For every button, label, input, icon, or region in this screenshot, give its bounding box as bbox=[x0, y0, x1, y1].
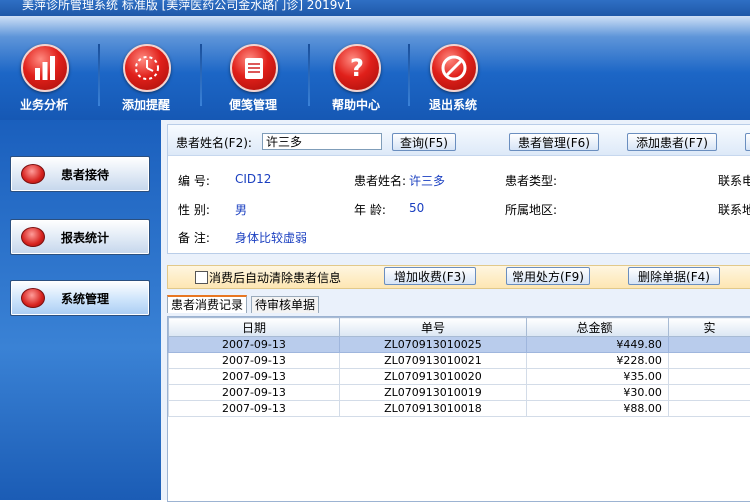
auto-clear-checkbox[interactable] bbox=[195, 271, 208, 284]
sidebar-item-reports[interactable]: 报表统计 bbox=[10, 219, 150, 255]
cell-amount: ¥228.00 bbox=[527, 353, 669, 369]
bar-chart-icon bbox=[21, 44, 69, 92]
sidebar-item-system-management[interactable]: 系统管理 bbox=[10, 280, 150, 316]
action-bar: 消费后自动清除患者信息 增加收费(F3) 常用处方(F9) 删除单据(F4) bbox=[167, 265, 750, 289]
toolbar-notes[interactable]: 便笺管理 bbox=[213, 36, 293, 116]
region-label: 所属地区: bbox=[505, 201, 557, 218]
main-toolbar: 业务分析 添加提醒 便笺管理 ? 帮助中心 退出系统 bbox=[0, 16, 750, 120]
patient-name-search-label: 患者姓名(F2): bbox=[176, 134, 252, 151]
cell-number: ZL070913010018 bbox=[339, 401, 526, 417]
record-tabs: 患者消费记录 待审核单据 bbox=[167, 296, 750, 314]
query-button[interactable]: 查询(F5) bbox=[392, 133, 456, 151]
main-area: 患者姓名(F2): 许三多 查询(F5) 患者管理(F6) 添加患者(F7) 编… bbox=[161, 120, 750, 500]
toolbar-label: 退出系统 bbox=[413, 96, 493, 113]
table-row[interactable]: 2007-09-13 ZL070913010025 ¥449.80 bbox=[169, 337, 750, 353]
cell-amount: ¥30.00 bbox=[527, 385, 669, 401]
column-header-date[interactable]: 日期 bbox=[169, 318, 340, 337]
toolbar-separator bbox=[408, 44, 410, 106]
cell-actual bbox=[668, 401, 750, 417]
svg-text:?: ? bbox=[350, 54, 364, 82]
clock-icon bbox=[123, 44, 171, 92]
red-light-icon bbox=[21, 227, 45, 247]
toolbar-separator bbox=[98, 44, 100, 106]
window-title: 美萍诊所管理系统 标准版 [美萍医药公司金水路门诊] 2019v1 bbox=[22, 0, 352, 12]
patient-id-value: CID12 bbox=[235, 172, 271, 186]
toolbar-separator bbox=[308, 44, 310, 106]
toolbar-separator bbox=[200, 44, 202, 106]
sidebar-item-patient-reception[interactable]: 患者接待 bbox=[10, 156, 150, 192]
more-button[interactable] bbox=[745, 133, 750, 151]
cell-number: ZL070913010019 bbox=[339, 385, 526, 401]
note-value: 身体比较虚弱 bbox=[235, 229, 307, 246]
cell-number: ZL070913010021 bbox=[339, 353, 526, 369]
sidebar-item-label: 报表统计 bbox=[61, 229, 109, 246]
add-charge-button[interactable]: 增加收费(F3) bbox=[384, 267, 476, 285]
search-bar: 患者姓名(F2): 许三多 查询(F5) 患者管理(F6) 添加患者(F7) bbox=[168, 125, 750, 156]
toolbar-label: 帮助中心 bbox=[316, 96, 396, 113]
sidebar-item-label: 患者接待 bbox=[61, 166, 109, 183]
contact-address-label: 联系地 bbox=[718, 201, 750, 218]
column-header-total[interactable]: 总金额 bbox=[527, 318, 669, 337]
common-prescription-button[interactable]: 常用处方(F9) bbox=[506, 267, 590, 285]
table-row[interactable]: 2007-09-13 ZL070913010021 ¥228.00 bbox=[169, 353, 750, 369]
cell-date: 2007-09-13 bbox=[169, 385, 340, 401]
cell-date: 2007-09-13 bbox=[169, 337, 340, 353]
patient-name-input[interactable]: 许三多 bbox=[262, 133, 382, 150]
note-label: 备 注: bbox=[178, 229, 210, 246]
tab-pending-review[interactable]: 待审核单据 bbox=[251, 296, 319, 313]
cell-date: 2007-09-13 bbox=[169, 401, 340, 417]
tab-consumption-records[interactable]: 患者消费记录 bbox=[167, 295, 247, 313]
red-light-icon bbox=[21, 288, 45, 308]
gender-value: 男 bbox=[235, 201, 247, 218]
cell-amount: ¥35.00 bbox=[527, 369, 669, 385]
cell-number: ZL070913010025 bbox=[339, 337, 526, 353]
cell-amount: ¥88.00 bbox=[527, 401, 669, 417]
patient-id-label: 编 号: bbox=[178, 172, 210, 189]
question-icon: ? bbox=[333, 44, 381, 92]
patient-manage-button[interactable]: 患者管理(F6) bbox=[509, 133, 599, 151]
column-header-number[interactable]: 单号 bbox=[339, 318, 526, 337]
records-table: 日期 单号 总金额 实 2007-09-13 ZL070913010025 ¥4… bbox=[167, 316, 750, 502]
patient-info-panel: 患者姓名(F2): 许三多 查询(F5) 患者管理(F6) 添加患者(F7) 编… bbox=[167, 124, 750, 254]
cell-actual bbox=[668, 369, 750, 385]
toolbar-exit[interactable]: 退出系统 bbox=[413, 36, 493, 116]
toolbar-business-analysis[interactable]: 业务分析 bbox=[4, 36, 84, 116]
sidebar: 患者接待 报表统计 系统管理 bbox=[0, 120, 161, 500]
age-value: 50 bbox=[409, 201, 424, 215]
column-header-actual[interactable]: 实 bbox=[668, 318, 750, 337]
cell-number: ZL070913010020 bbox=[339, 369, 526, 385]
cell-date: 2007-09-13 bbox=[169, 353, 340, 369]
patient-type-label: 患者类型: bbox=[505, 172, 557, 189]
patient-name-label: 患者姓名: bbox=[354, 172, 406, 189]
table-row[interactable]: 2007-09-13 ZL070913010018 ¥88.00 bbox=[169, 401, 750, 417]
delete-record-button[interactable]: 删除单据(F4) bbox=[628, 267, 720, 285]
cell-amount: ¥449.80 bbox=[527, 337, 669, 353]
toolbar-label: 业务分析 bbox=[4, 96, 84, 113]
toolbar-help[interactable]: ? 帮助中心 bbox=[316, 36, 396, 116]
toolbar-label: 添加提醒 bbox=[106, 96, 186, 113]
sidebar-item-label: 系统管理 bbox=[61, 290, 109, 307]
add-patient-button[interactable]: 添加患者(F7) bbox=[627, 133, 717, 151]
cell-actual bbox=[668, 353, 750, 369]
patient-name-value: 许三多 bbox=[409, 172, 445, 189]
contact-phone-label: 联系电 bbox=[718, 172, 750, 189]
red-light-icon bbox=[21, 164, 45, 184]
cell-date: 2007-09-13 bbox=[169, 369, 340, 385]
gender-label: 性 别: bbox=[178, 201, 210, 218]
table-header-row: 日期 单号 总金额 实 bbox=[169, 318, 750, 337]
title-bar: 美萍诊所管理系统 标准版 [美萍医药公司金水路门诊] 2019v1 bbox=[0, 0, 750, 16]
auto-clear-label: 消费后自动清除患者信息 bbox=[209, 269, 341, 286]
age-label: 年 龄: bbox=[354, 201, 386, 218]
table-row[interactable]: 2007-09-13 ZL070913010019 ¥30.00 bbox=[169, 385, 750, 401]
toolbar-add-reminder[interactable]: 添加提醒 bbox=[106, 36, 186, 116]
toolbar-label: 便笺管理 bbox=[213, 96, 293, 113]
prohibit-icon bbox=[430, 44, 478, 92]
table-row[interactable]: 2007-09-13 ZL070913010020 ¥35.00 bbox=[169, 369, 750, 385]
notepad-icon bbox=[230, 44, 278, 92]
cell-actual bbox=[668, 385, 750, 401]
cell-actual bbox=[668, 337, 750, 353]
